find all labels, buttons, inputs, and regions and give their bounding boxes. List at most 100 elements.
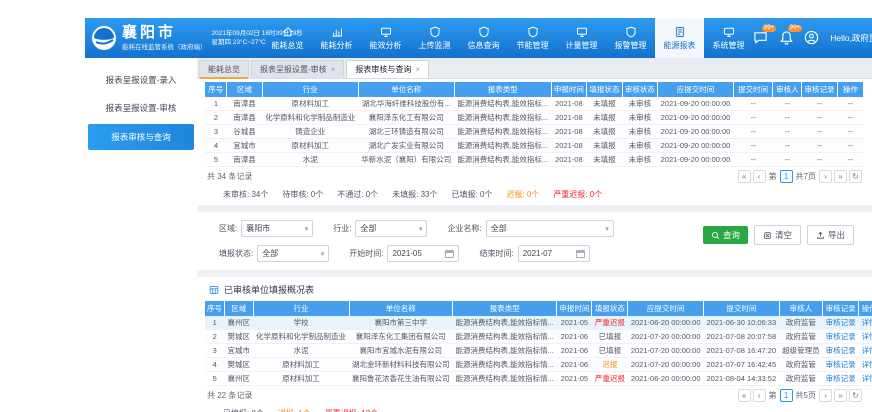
search-button[interactable]: 查询 — [703, 226, 748, 244]
column-header: 行业 — [262, 82, 358, 97]
tab-report-audit-query[interactable]: 报表审核与查询 × — [346, 60, 429, 78]
nav-energy-report[interactable]: 能源报表 — [655, 18, 704, 58]
table-cell: 严重迟报 — [592, 372, 628, 386]
next-page-button[interactable]: › — [819, 389, 832, 402]
prev-page-button[interactable]: ‹ — [753, 389, 766, 402]
table-cell: 2021-07-20 00:00:00 — [628, 330, 704, 344]
start-date-input[interactable]: 2021-05 — [387, 245, 459, 262]
bell-icon[interactable]: 99+ — [779, 30, 795, 46]
prev-page-button[interactable]: ‹ — [753, 170, 766, 183]
column-header: 序号 — [205, 301, 225, 316]
region-select[interactable]: 襄阳市 ▾ — [241, 220, 313, 237]
chevron-down-icon: ▾ — [419, 225, 423, 233]
table-cell: 宜城市 — [227, 139, 262, 153]
current-page[interactable]: 1 — [780, 389, 793, 402]
summary-stats-bottom: 已填报: 8个迟报: 1个严重迟报: 13个 — [205, 405, 864, 412]
table-cell: 2 — [205, 330, 225, 344]
table-cell: 能源消费结构表,能效指标情... — [453, 358, 557, 372]
nav-info-query[interactable]: 信息查询 — [459, 18, 508, 58]
avatar[interactable] — [804, 30, 820, 46]
stat-item: 已填报: 0个 — [452, 189, 493, 200]
table-cell: 化学原料和化学制品制造业 — [262, 111, 358, 125]
table-link[interactable]: 详情 — [862, 346, 872, 355]
stat-item: 已填报: 8个 — [223, 408, 264, 412]
table-cell: 详情 — [859, 344, 872, 358]
end-date-input[interactable]: 2021-07 — [518, 245, 590, 262]
company-select[interactable]: 全部 ▾ — [486, 220, 614, 237]
table-cell: 能源消费结构表,能效指标... — [454, 111, 551, 125]
table-cell: 能源消费结构表,能效指标情... — [453, 316, 557, 330]
sidebar-item-report-setting-entry[interactable]: 报表呈报设置-录入 — [85, 66, 197, 94]
clear-button[interactable]: 清空 — [754, 225, 801, 245]
table-link[interactable]: 详情 — [862, 360, 872, 369]
column-header: 应提交时间 — [658, 82, 734, 97]
table-link[interactable]: 审核记录 — [826, 374, 856, 383]
filter-industry: 行业: 全部 ▾ — [333, 220, 427, 237]
next-page-button[interactable]: › — [819, 170, 832, 183]
stat-item: 不通过: 0个 — [337, 189, 378, 200]
nav-system[interactable]: 系统管理 — [704, 18, 753, 58]
sidebar-item-report-audit-query[interactable]: 报表审核与查询 — [88, 124, 194, 150]
brand: 襄阳市 能耗在线监管系统（政府端） 2021年09月02日 18时39分19秒 … — [85, 18, 263, 58]
last-page-button[interactable]: » — [834, 170, 847, 183]
table-cell: 未填报 — [587, 97, 623, 111]
table-link[interactable]: 审核记录 — [826, 318, 856, 327]
export-button[interactable]: 导出 — [807, 225, 854, 245]
filter-bar: 区域: 襄阳市 ▾ 行业: 全部 ▾ 企业名称: — [205, 212, 864, 270]
table-link[interactable]: 详情 — [862, 332, 872, 341]
table-link[interactable]: 详情 — [862, 318, 872, 327]
chevron-down-icon: ▾ — [605, 225, 609, 233]
nav-upload-monitor[interactable]: 上传监测 — [410, 18, 459, 58]
table-link[interactable]: 审核记录 — [826, 360, 856, 369]
table-cell: 5 — [205, 153, 227, 167]
close-icon[interactable]: × — [415, 65, 420, 74]
industry-select[interactable]: 全部 ▾ — [355, 220, 427, 237]
user-menu[interactable]: Hello,政府监管 ▾ — [830, 32, 872, 44]
table-cell: 超级管理员 — [779, 344, 823, 358]
shield-icon — [527, 26, 539, 38]
table-cell: 2021-08 — [551, 139, 587, 153]
table-link[interactable]: 详情 — [862, 374, 872, 383]
table-cell: 4 — [205, 139, 227, 153]
table-link[interactable]: 审核记录 — [826, 332, 856, 341]
table-cell: 未审核 — [622, 97, 658, 111]
table-cell: 能源消费结构表,能效指标... — [454, 125, 551, 139]
table-cell: 华新水泥（襄阳）有限公司 — [358, 153, 454, 167]
monitor-icon — [723, 26, 735, 38]
search-icon — [711, 231, 720, 240]
nav-efficiency-analysis[interactable]: 能效分析 — [361, 18, 410, 58]
fill-status-select[interactable]: 全部 ▾ — [257, 245, 329, 262]
sidebar-item-report-setting-audit[interactable]: 报表呈报设置-审核 — [85, 94, 197, 122]
table-cell: 能源消费结构表,能效指标... — [454, 97, 551, 111]
table-cell: 1 — [205, 97, 227, 111]
datetime: 2021年09月02日 18时39分19秒 — [212, 29, 303, 38]
tab-energy-overview[interactable]: 能耗总览 — [199, 60, 249, 78]
nav-energy-saving[interactable]: 节能管理 — [508, 18, 557, 58]
message-icon[interactable]: 99+ — [753, 30, 769, 46]
table-cell: 审核记录 — [823, 316, 859, 330]
table-cell: 原材料加工 — [253, 358, 349, 372]
table-row: 5南漳县水泥华新水泥（襄阳）有限公司能源消费结构表,能效指标...2021-08… — [205, 153, 864, 167]
close-icon[interactable]: × — [331, 65, 336, 74]
tab-report-setting-audit[interactable]: 报表呈报设置-审核 × — [251, 60, 344, 78]
table-cell: -- — [837, 97, 863, 111]
first-page-button[interactable]: « — [738, 389, 751, 402]
nav-energy-analysis[interactable]: 能耗分析 — [312, 18, 361, 58]
table-cell: 襄阳泽东化工集团有限公司 — [349, 330, 453, 344]
pending-report-table: 序号区域行业单位名称报表类型申报时间填报状态审核状态应提交时间提交时间审核人审核… — [205, 82, 864, 167]
current-page[interactable]: 1 — [780, 170, 793, 183]
refresh-icon[interactable]: ↻ — [849, 170, 862, 183]
column-header: 填报状态 — [587, 82, 623, 97]
table-cell: 2021-09-20 00:00:00 — [658, 125, 734, 139]
stat-item: 迟报: 0个 — [506, 189, 539, 200]
last-page-button[interactable]: » — [834, 389, 847, 402]
nav-alarm[interactable]: 报警管理 — [606, 18, 655, 58]
first-page-button[interactable]: « — [738, 170, 751, 183]
table-cell: 2021-06 — [557, 330, 592, 344]
refresh-icon[interactable]: ↻ — [849, 389, 862, 402]
chevron-down-icon: ▾ — [321, 250, 325, 258]
table-cell: 湖北金环新材料科技有限公司 — [349, 358, 453, 372]
nav-metering[interactable]: 计量管理 — [557, 18, 606, 58]
table-cell: 政府监管 — [779, 358, 823, 372]
table-link[interactable]: 审核记录 — [826, 346, 856, 355]
